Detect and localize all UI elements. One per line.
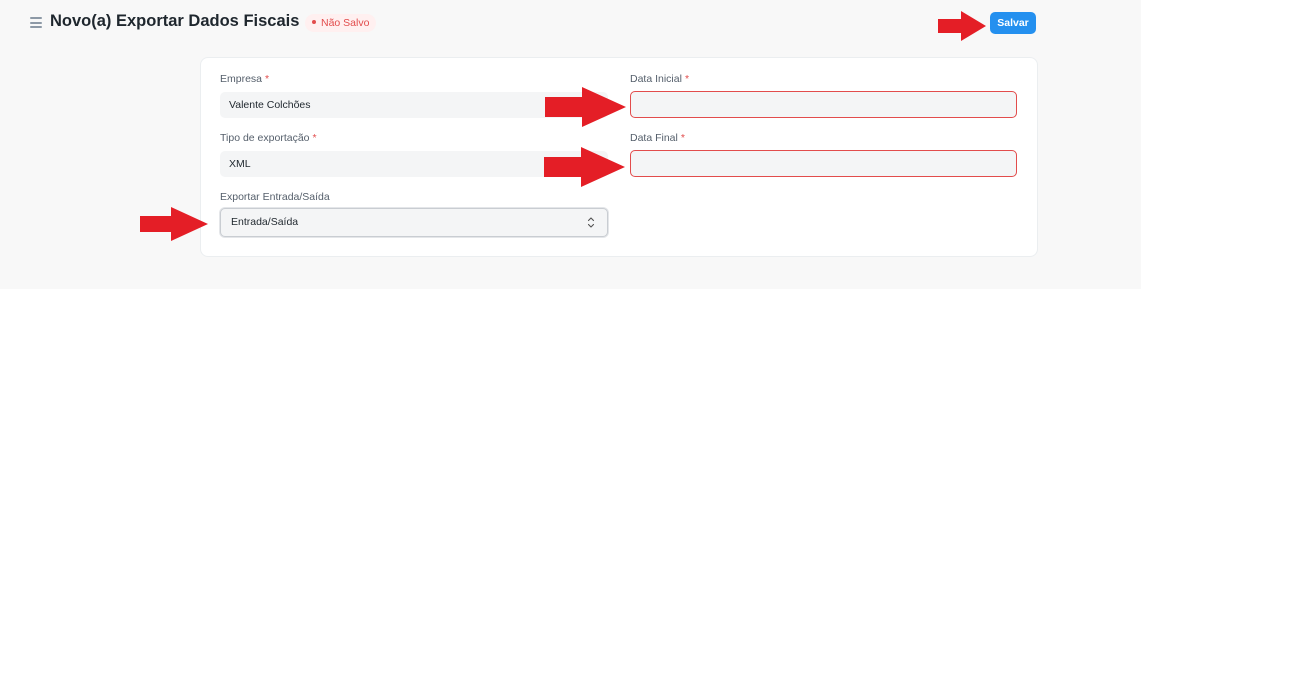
red-arrow-annotation-icon — [140, 207, 208, 241]
page-title: Novo(a) Exportar Dados Fiscais — [50, 12, 300, 30]
status-dot-icon — [312, 20, 316, 25]
data-inicial-label-text: Data Inicial — [630, 73, 682, 85]
status-badge-label: Não Salvo — [321, 17, 370, 29]
required-mark: * — [684, 73, 690, 85]
required-mark: * — [312, 132, 317, 144]
chevron-updown-icon — [587, 217, 595, 228]
status-badge: Não Salvo — [305, 14, 377, 32]
empresa-label-text: Empresa — [220, 73, 263, 85]
tipo-exportacao-label: Tipo de exportação * — [220, 132, 317, 144]
data-inicial-label: Data Inicial * — [630, 73, 689, 85]
exportar-entrada-saida-label-text: Exportar Entrada/Saída — [220, 191, 330, 203]
required-mark: * — [265, 73, 270, 85]
exportar-entrada-saida-value: Entrada/Saída — [231, 216, 299, 228]
data-final-label: Data Final * — [630, 132, 685, 144]
tipo-exportacao-label-text: Tipo de exportação — [220, 132, 310, 144]
red-arrow-annotation-icon — [544, 147, 625, 187]
exportar-entrada-saida-select[interactable]: Entrada/Saída — [220, 208, 608, 237]
required-mark: * — [680, 132, 685, 144]
red-arrow-annotation-icon — [545, 87, 626, 127]
app-container: Novo(a) Exportar Dados Fiscais Não Salvo… — [0, 0, 1141, 289]
empresa-label: Empresa * — [220, 73, 269, 85]
data-final-input[interactable] — [630, 150, 1017, 177]
red-arrow-annotation-icon — [938, 11, 986, 41]
save-button[interactable]: Salvar — [990, 12, 1036, 34]
hamburger-menu-icon[interactable] — [30, 17, 42, 28]
data-final-label-text: Data Final — [630, 132, 678, 144]
data-inicial-input[interactable] — [630, 91, 1017, 118]
exportar-entrada-saida-label: Exportar Entrada/Saída — [220, 191, 330, 203]
